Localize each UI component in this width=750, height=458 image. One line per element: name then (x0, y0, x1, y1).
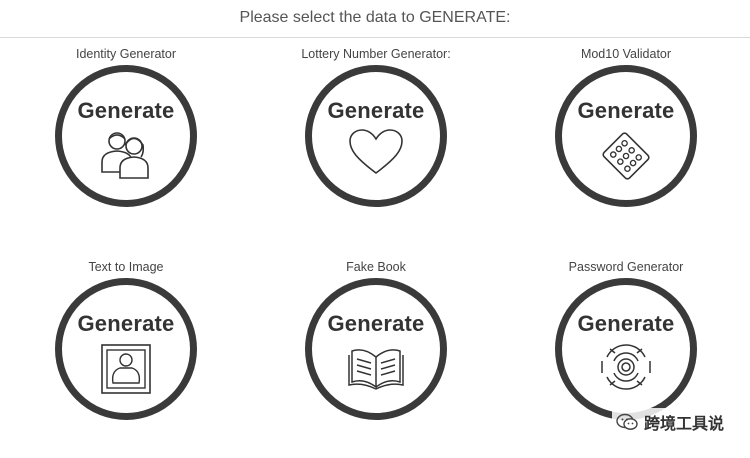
framed-portrait-icon (101, 344, 151, 394)
open-book-icon (348, 349, 404, 390)
watermark: 跨境工具说 (611, 408, 728, 436)
generator-label: Fake Book (346, 260, 406, 274)
watermark-text: 跨境工具说 (643, 416, 724, 433)
heart-icon (349, 129, 403, 175)
generator-card-text-to-image: Text to Image Generate (36, 260, 216, 450)
wechat-icon (616, 413, 638, 430)
generator-card-lottery: Lottery Number Generator: Generate (286, 47, 466, 237)
generator-label: Mod10 Validator (580, 47, 672, 61)
password-generate-button[interactable]: Generate (555, 278, 697, 420)
fake-book-generate-button[interactable]: Generate (305, 278, 447, 420)
card-dots-icon (602, 132, 650, 180)
fingerprint-icon (601, 344, 651, 390)
generate-button-label: Generate (577, 98, 675, 123)
generate-button-label: Generate (77, 98, 175, 123)
generate-button-label: Generate (327, 311, 425, 336)
generator-label: Password Generator (568, 260, 684, 274)
generator-label: Lottery Number Generator: (301, 47, 451, 61)
generator-label: Text to Image (88, 260, 164, 274)
page-title: Please select the data to GENERATE: (239, 9, 511, 26)
generate-button-label: Generate (327, 98, 425, 123)
generate-button-label: Generate (577, 311, 675, 336)
generator-card-mod10: Mod10 Validator Generate (536, 47, 716, 237)
people-icon (101, 132, 149, 179)
generator-card-fake-book: Fake Book Generate (286, 260, 466, 450)
lottery-generate-button[interactable]: Generate (305, 65, 447, 207)
generate-button-label: Generate (77, 311, 175, 336)
identity-generate-button[interactable]: Generate (55, 65, 197, 207)
generator-card-identity: Identity Generator Generate (36, 47, 216, 237)
mod10-generate-button[interactable]: Generate (555, 65, 697, 207)
text-to-image-generate-button[interactable]: Generate (55, 278, 197, 420)
page-header: Please select the data to GENERATE: (0, 0, 750, 38)
generator-label: Identity Generator (75, 47, 177, 61)
